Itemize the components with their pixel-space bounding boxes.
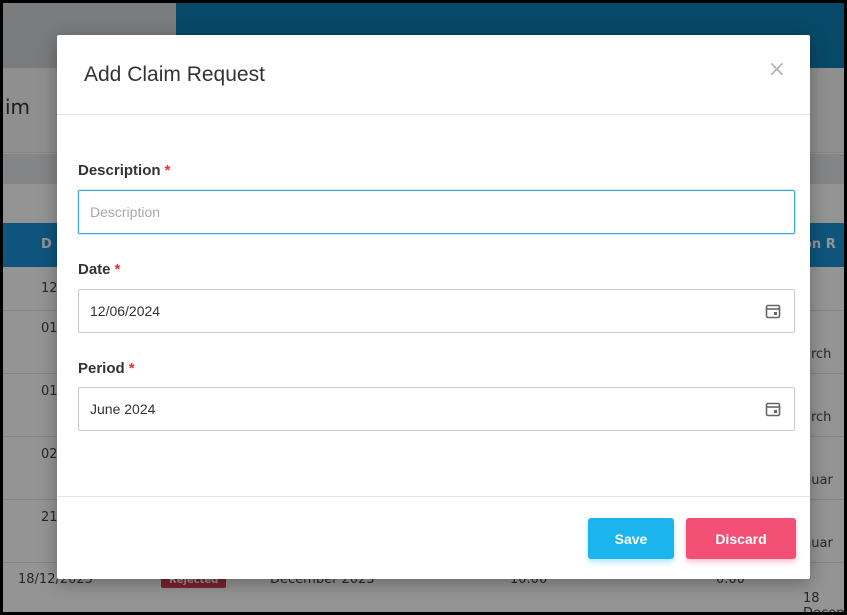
description-field[interactable] bbox=[78, 190, 795, 234]
period-label: Period * bbox=[78, 360, 135, 377]
description-label: Description * bbox=[78, 162, 170, 179]
modal-title: Add Claim Request bbox=[84, 63, 265, 86]
modal-footer: Save Discard bbox=[57, 496, 810, 579]
required-marker: * bbox=[164, 162, 171, 179]
required-marker: * bbox=[114, 261, 121, 278]
add-claim-dialog: Add Claim Request × Description* Date* P… bbox=[57, 35, 810, 579]
date-label-text: Date bbox=[78, 261, 111, 278]
save-button[interactable]: Save bbox=[588, 518, 674, 559]
date-label: Date * bbox=[78, 261, 120, 278]
description-label-text: Description bbox=[78, 162, 161, 179]
discard-button[interactable]: Discard bbox=[686, 518, 796, 559]
modal-header: Add Claim Request × bbox=[57, 35, 810, 115]
date-input[interactable] bbox=[90, 290, 740, 332]
period-field[interactable] bbox=[78, 387, 795, 431]
required-marker: * bbox=[128, 360, 135, 377]
date-field[interactable] bbox=[78, 289, 795, 333]
calendar-icon[interactable] bbox=[765, 401, 781, 417]
calendar-icon[interactable] bbox=[765, 303, 781, 319]
period-label-text: Period bbox=[78, 360, 125, 377]
app-frame: im D on R 12 01 arch 01 arch 02 nuar 21 … bbox=[3, 3, 844, 612]
description-input[interactable] bbox=[90, 191, 740, 233]
close-icon[interactable]: × bbox=[768, 59, 786, 81]
period-input[interactable] bbox=[90, 388, 740, 430]
